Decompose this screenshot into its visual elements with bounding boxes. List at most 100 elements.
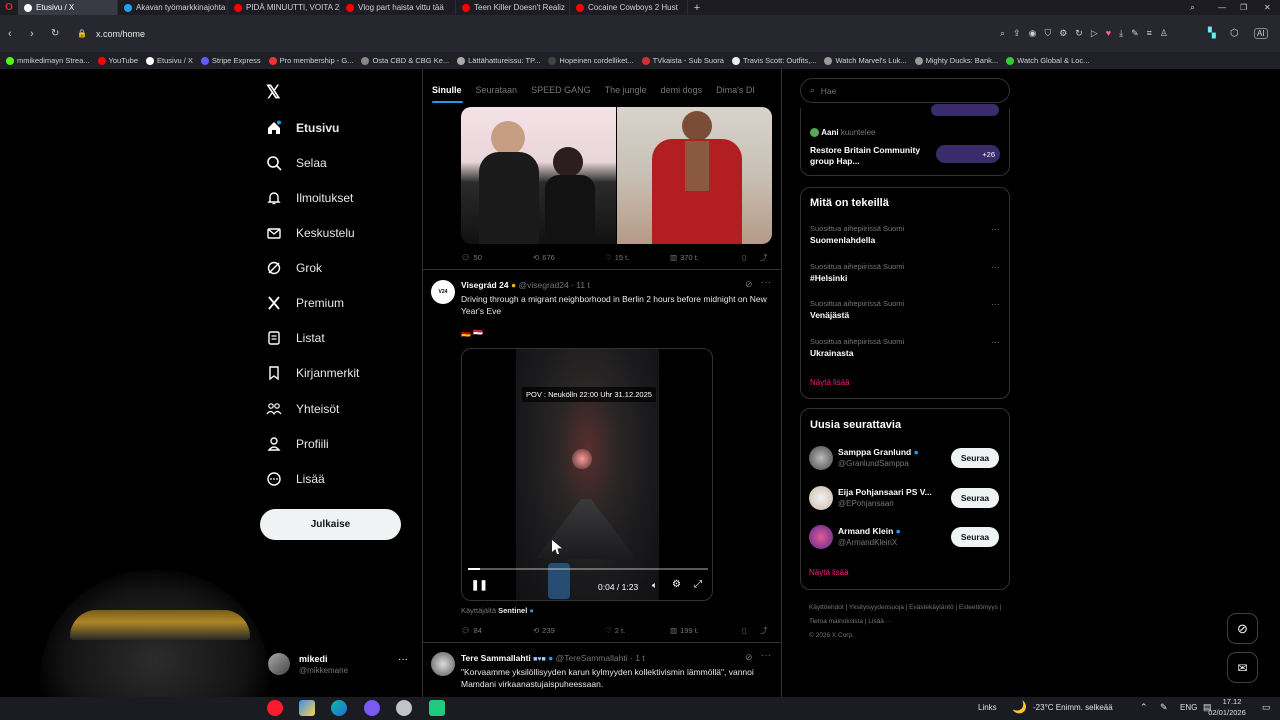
bookmark[interactable]: Lättähattureissu: TP... bbox=[457, 56, 540, 65]
bookmark[interactable]: Stripe Express bbox=[200, 56, 261, 65]
bookmark[interactable]: Etusivu / X bbox=[146, 56, 193, 65]
reply-button[interactable]: 💬︎ 50 bbox=[461, 253, 533, 262]
live-space-card[interactable]: Aani kuuntelee Restore Britain Community… bbox=[800, 104, 1010, 176]
bookmark-icon[interactable]: ▯ bbox=[742, 253, 760, 262]
post-time[interactable]: 1 t bbox=[635, 653, 644, 663]
pen-icon[interactable]: ✎ bbox=[1160, 702, 1168, 713]
footer-link[interactable]: Evästekäytäntö bbox=[909, 604, 953, 611]
trend-item[interactable]: Suosittua aihepiirissä Suomi Suomenlahde… bbox=[810, 224, 1000, 245]
pause-icon[interactable]: ❚❚ bbox=[471, 580, 488, 591]
tab-list-the-jungle[interactable]: The jungle bbox=[605, 85, 647, 95]
repost-button[interactable]: ⟲ 676 bbox=[533, 253, 605, 262]
follow-suggestion[interactable]: Armand Klein ● @ArmandKleinX bbox=[809, 525, 949, 551]
tab-for-you[interactable]: Sinulle bbox=[432, 85, 462, 95]
follow-suggestion[interactable]: Eija Pohjansaari PS V... @EPohjansaari bbox=[809, 486, 949, 512]
pin-icon[interactable]: ✎ bbox=[1131, 28, 1139, 39]
source-user[interactable]: Sentinel bbox=[498, 606, 527, 615]
shield-icon[interactable]: ⛉ bbox=[1044, 28, 1051, 39]
bookmark[interactable]: TVkaista - Sub Suora bbox=[641, 56, 724, 65]
tab-list-demi-dogs[interactable]: demi dogs bbox=[661, 85, 703, 95]
more-icon[interactable]: ··· bbox=[761, 650, 771, 661]
grok-icon[interactable]: ⊘ bbox=[745, 279, 753, 290]
views-button[interactable]: ▥ 370 t. bbox=[670, 253, 742, 262]
more-icon[interactable]: ··· bbox=[991, 262, 1000, 272]
like-button[interactable]: ♡ 2 t. bbox=[605, 626, 670, 635]
bookmark[interactable]: Osta CBD & CBG Ke... bbox=[361, 56, 449, 65]
heart-icon[interactable]: ♥ bbox=[1106, 28, 1111, 39]
play-icon[interactable]: ▷ bbox=[1091, 28, 1098, 39]
weather-text[interactable]: -23°C Enimm. selkeää bbox=[1033, 703, 1113, 712]
bookmark[interactable]: Pro membership - G... bbox=[268, 56, 353, 65]
author-name[interactable]: Tere Sammallahti bbox=[461, 653, 531, 663]
search-input[interactable]: Hae bbox=[821, 86, 837, 96]
nav-profile[interactable]: Profiili bbox=[266, 436, 329, 452]
app-icon[interactable] bbox=[396, 700, 412, 716]
browser-tab[interactable]: Cocaine Cowboys 2 Hust bbox=[570, 0, 688, 15]
footer-link[interactable]: Yksityisyydensuoja bbox=[849, 604, 904, 611]
author-name[interactable]: Visegrád 24 bbox=[461, 280, 509, 290]
clock-date[interactable]: 02/01/2026 bbox=[1203, 708, 1251, 717]
bookmark[interactable]: YouTube bbox=[97, 56, 138, 65]
camera-icon[interactable]: ◉ bbox=[1029, 28, 1037, 39]
nav-home[interactable]: Etusivu bbox=[266, 120, 339, 136]
post-button[interactable]: Julkaise bbox=[260, 509, 401, 540]
more-icon[interactable]: ··· bbox=[991, 224, 1000, 234]
nav-grok[interactable]: Grok bbox=[266, 260, 322, 276]
fullscreen-icon[interactable]: ⤢ bbox=[694, 579, 702, 590]
bookmark[interactable]: Hopeinen cordelliket... bbox=[548, 56, 634, 65]
bookmark[interactable]: mmikedimayn Strea... bbox=[6, 56, 90, 65]
cube-icon[interactable]: ⬡ bbox=[1230, 28, 1239, 39]
taskbar-links[interactable]: Links bbox=[978, 703, 997, 712]
account-switcher[interactable]: mikedi @mikkemane ··· bbox=[268, 650, 418, 682]
author-handle[interactable]: @visegrad24 bbox=[518, 280, 568, 290]
restore-icon[interactable]: ❐ bbox=[1240, 3, 1247, 12]
footer-link[interactable]: Lisää ··· bbox=[868, 618, 892, 625]
video-progress-track[interactable] bbox=[468, 568, 708, 570]
footer-link[interactable]: Esteettömyys bbox=[959, 604, 998, 611]
footer-link[interactable]: Tietoa mainoksista bbox=[809, 618, 863, 625]
volume-icon[interactable]: 🔈︎ bbox=[652, 580, 657, 591]
trend-item[interactable]: Suosittua aihepiirissä Suomi #Helsinki ·… bbox=[810, 262, 1000, 283]
clock-time[interactable]: 17.12 bbox=[1214, 697, 1250, 706]
ai-icon[interactable]: AI bbox=[1254, 28, 1268, 39]
trend-item[interactable]: Suosittua aihepiirissä Suomi Ukrainasta … bbox=[810, 337, 1000, 358]
notifications-icon[interactable]: ▭ bbox=[1262, 702, 1271, 713]
sidebar-toggle-icon[interactable]: ▚ bbox=[1208, 28, 1216, 39]
follow-button[interactable]: Seuraa bbox=[951, 488, 999, 508]
profile-icon[interactable]: ♙ bbox=[1160, 28, 1168, 39]
grok-float-button[interactable]: ⊘ bbox=[1227, 613, 1258, 644]
nav-communities[interactable]: Yhteisöt bbox=[266, 401, 339, 417]
settings-icon[interactable]: ⚙ bbox=[672, 579, 681, 590]
follow-show-more[interactable]: Näytä lisää bbox=[809, 568, 849, 577]
share-icon[interactable]: ⇪ bbox=[1013, 28, 1021, 39]
more-icon[interactable]: ··· bbox=[991, 337, 1000, 347]
app-icon[interactable] bbox=[429, 700, 445, 716]
views-button[interactable]: ▥ 199 t. bbox=[670, 626, 742, 635]
grok-icon[interactable]: ⊘ bbox=[745, 652, 753, 663]
repost-button[interactable]: ⟲ 239 bbox=[533, 626, 605, 635]
back-icon[interactable]: ‹ bbox=[8, 28, 12, 40]
nav-bookmarks[interactable]: Kirjanmerkit bbox=[266, 365, 359, 381]
browser-tab[interactable]: Akavan työmarkkinajohta bbox=[118, 0, 228, 15]
bookmark-icon[interactable]: ▯ bbox=[742, 626, 760, 635]
new-tab-icon[interactable]: + bbox=[688, 2, 706, 14]
x-logo-icon[interactable]: 𝕏 bbox=[266, 82, 281, 103]
reload-icon[interactable]: ↻ bbox=[51, 28, 59, 39]
follow-button[interactable]: Seuraa bbox=[951, 448, 999, 468]
discord-icon[interactable] bbox=[364, 700, 380, 716]
browser-tab[interactable]: Etusivu / X bbox=[18, 0, 118, 15]
search-box[interactable]: ⌕ Hae bbox=[800, 78, 1010, 103]
url-field[interactable]: x.com/home bbox=[96, 29, 145, 39]
search-tabs-icon[interactable]: ⌕ bbox=[1190, 2, 1195, 13]
browser-tab[interactable]: Vlog part haista vittu tää bbox=[340, 0, 456, 15]
author-handle[interactable]: @TereSammallahti bbox=[556, 653, 628, 663]
menu-icon[interactable]: ≡ bbox=[1147, 28, 1152, 39]
tab-list-dimas[interactable]: Dima's DI bbox=[716, 85, 755, 95]
extension-icon[interactable]: ⚙ bbox=[1059, 28, 1067, 39]
browser-tab[interactable]: Teen Killer Doesn't Realiz bbox=[456, 0, 570, 15]
trend-item[interactable]: Suosittua aihepiirissä Suomi Venäjästä ·… bbox=[810, 299, 1000, 320]
opera-icon[interactable]: O bbox=[0, 2, 18, 13]
tray-chevron-icon[interactable]: ⌃ bbox=[1140, 702, 1148, 713]
nav-lists[interactable]: Listat bbox=[266, 330, 325, 346]
browser-tab[interactable]: PIDÄ MINUUTTI, VOITA 20 bbox=[228, 0, 340, 15]
